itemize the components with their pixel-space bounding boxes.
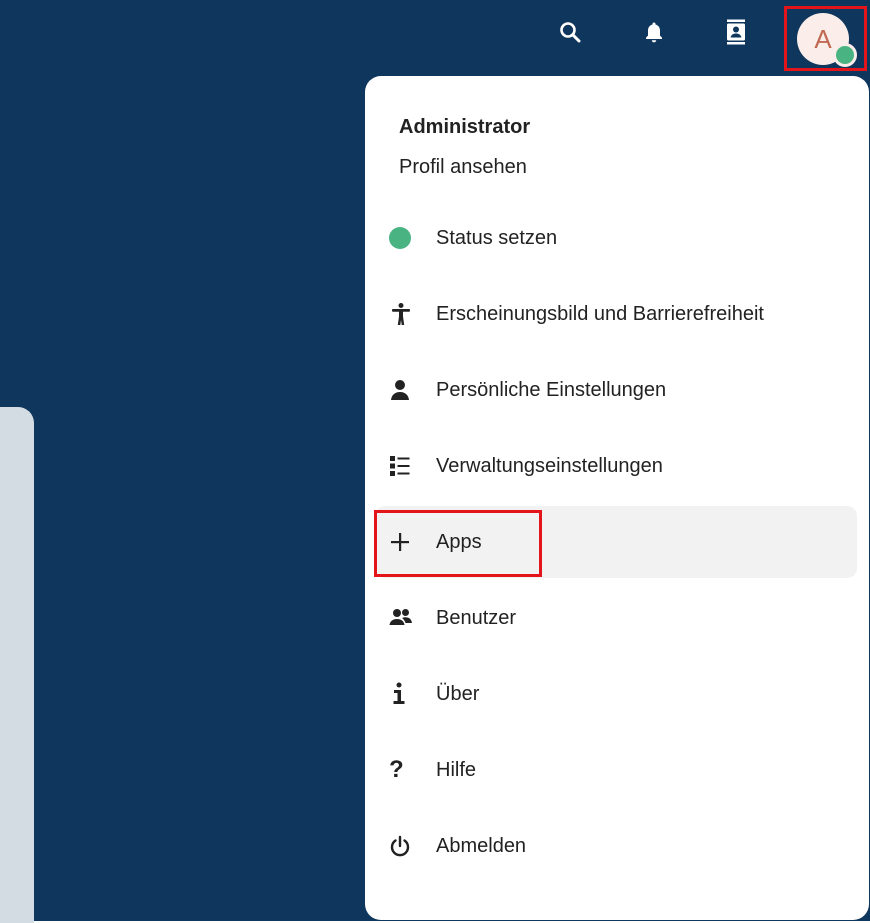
avatar-initial: A xyxy=(814,23,832,54)
list-settings-icon xyxy=(389,450,429,482)
search-icon[interactable] xyxy=(556,18,584,46)
users-icon xyxy=(389,602,429,634)
menu-item-status[interactable]: Status setzen xyxy=(375,202,857,274)
menu-item-label: Erscheinungsbild und Barrierefreiheit xyxy=(436,302,764,325)
content-panel xyxy=(0,407,34,923)
status-dot-icon xyxy=(389,227,411,249)
online-status-icon xyxy=(833,43,857,67)
menu-item-label: Verwaltungseinstellungen xyxy=(436,454,663,477)
menu-item-appearance[interactable]: Erscheinungsbild und Barrierefreiheit xyxy=(375,278,857,350)
menu-item-about[interactable]: Über xyxy=(375,658,857,730)
menu-item-label: Persönliche Einstellungen xyxy=(436,378,667,401)
power-icon xyxy=(389,830,429,862)
menu-item-label: Über xyxy=(436,682,480,705)
info-icon xyxy=(389,678,429,710)
contacts-icon[interactable] xyxy=(722,18,750,46)
menu-item-admin-settings[interactable]: Verwaltungseinstellungen xyxy=(375,430,857,502)
menu-item-label: Status setzen xyxy=(436,226,558,249)
user-display-name: Administrator xyxy=(399,116,531,138)
menu-item-help[interactable]: ? Hilfe xyxy=(375,734,857,806)
user-icon xyxy=(389,374,429,406)
accessibility-icon xyxy=(389,298,429,330)
menu-item-personal-settings[interactable]: Persönliche Einstellungen xyxy=(375,354,857,426)
help-icon: ? xyxy=(389,756,404,783)
menu-item-logout[interactable]: Abmelden xyxy=(375,810,857,882)
user-menu: Administrator Profil ansehen Status setz… xyxy=(365,76,869,920)
bell-icon[interactable] xyxy=(640,18,668,46)
apps-highlight-box xyxy=(374,510,542,577)
menu-item-users[interactable]: Benutzer xyxy=(375,582,857,654)
menu-item-label: Hilfe xyxy=(436,758,477,781)
view-profile-link[interactable]: Profil ansehen xyxy=(399,156,527,179)
user-menu-toggle[interactable]: A xyxy=(784,6,867,71)
menu-item-label: Benutzer xyxy=(436,606,517,629)
menu-item-label: Abmelden xyxy=(436,834,527,857)
